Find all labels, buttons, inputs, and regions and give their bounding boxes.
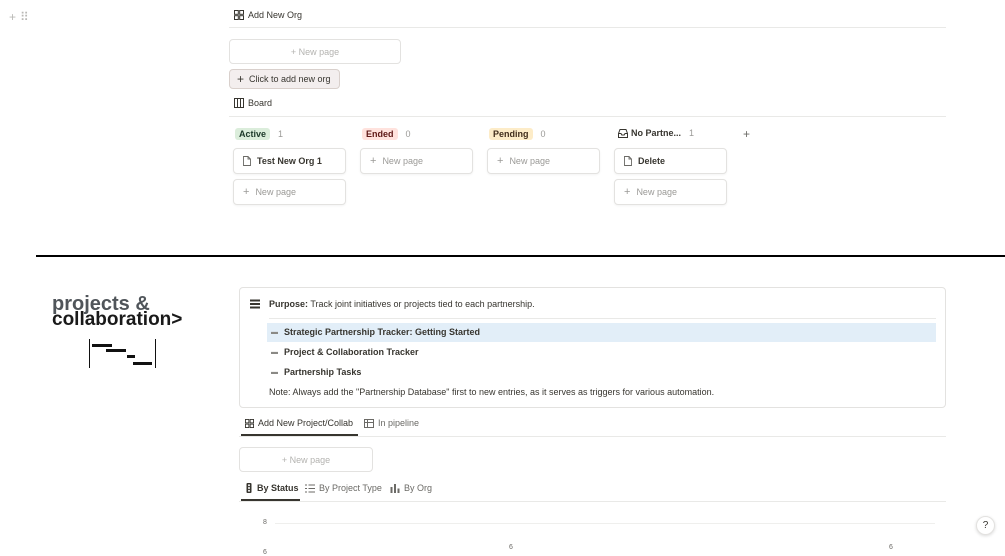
- new-page-label: + New page: [281, 454, 331, 465]
- tab-label: By Status: [257, 483, 299, 493]
- plus-icon: +: [624, 186, 631, 198]
- y-axis-tick: 6: [263, 549, 267, 556]
- board-card[interactable]: Delete: [614, 148, 727, 174]
- tab-in-pipeline[interactable]: In pipeline: [364, 418, 419, 428]
- column-count: 1: [689, 128, 695, 138]
- add-new-org-view-header[interactable]: Add New Org: [234, 10, 302, 20]
- bar-data-label: 6: [509, 544, 513, 551]
- projects-heading-line2: collaboration>: [52, 309, 183, 330]
- menu-icon: [250, 299, 260, 309]
- add-group-button[interactable]: +: [743, 127, 750, 141]
- new-page-label: New page: [382, 156, 423, 166]
- purpose-label: Purpose:: [269, 299, 309, 309]
- column-count: 1: [278, 129, 284, 139]
- column-count: 0: [540, 129, 546, 139]
- tab-label: In pipeline: [378, 418, 420, 428]
- page-icon: [624, 156, 632, 166]
- tab-by-org[interactable]: By Org: [390, 483, 432, 493]
- new-page-label: New page: [636, 187, 677, 197]
- new-page-label: New page: [255, 187, 296, 197]
- help-icon: ?: [982, 520, 989, 531]
- tab-by-project-type[interactable]: By Project Type: [305, 483, 382, 493]
- board-title: Board: [248, 98, 273, 108]
- project-new-page-button[interactable]: + New page: [239, 447, 373, 472]
- gallery-icon: [245, 418, 254, 428]
- tab-label: By Project Type: [319, 483, 382, 493]
- card-title: Delete: [638, 156, 666, 166]
- tab-label: By Org: [404, 483, 433, 493]
- plus-icon: +: [497, 155, 504, 167]
- purpose-text: Purpose: Track joint initiatives or proj…: [269, 299, 535, 309]
- column-header-active[interactable]: Active 1: [235, 128, 283, 140]
- y-axis-tick: 8: [263, 519, 267, 526]
- help-button[interactable]: ?: [976, 516, 995, 535]
- org-new-page-button[interactable]: + New page: [229, 39, 401, 64]
- status-badge-ended: Ended: [362, 128, 398, 140]
- column-count: 0: [405, 129, 411, 139]
- add-block-icon[interactable]: +: [9, 10, 20, 24]
- board-view-header[interactable]: Board: [234, 98, 272, 108]
- add-new-org-title: Add New Org: [248, 10, 303, 20]
- chart-gridline: [275, 523, 935, 524]
- card-title: Test New Org 1: [257, 156, 322, 166]
- link-label: Project & Collaboration Tracker: [284, 347, 419, 357]
- new-page-label: New page: [509, 156, 550, 166]
- list-icon: [305, 484, 315, 492]
- tab-label: Add New Project/Collab: [258, 418, 354, 428]
- page-icon: [243, 156, 251, 166]
- plus-icon: +: [237, 72, 245, 86]
- bar-data-label: 6: [889, 544, 893, 551]
- inbox-icon: [618, 128, 628, 138]
- callout-note: Note: Always add the "Partnership Databa…: [269, 387, 715, 397]
- link-partnership-tasks[interactable]: ▬ Partnership Tasks: [271, 367, 361, 377]
- link-arrow-icon: ▬: [271, 368, 278, 376]
- board-card[interactable]: Test New Org 1: [233, 148, 346, 174]
- link-arrow-icon: ▬: [271, 348, 278, 356]
- drag-handle-icon[interactable]: ⠿: [20, 10, 33, 24]
- column-header-pending[interactable]: Pending 0: [489, 128, 546, 140]
- column-name: No Partne...: [631, 128, 682, 138]
- tab-by-status[interactable]: By Status: [245, 483, 299, 493]
- block-drag-controls[interactable]: +⠿: [9, 10, 33, 24]
- status-badge-pending: Pending: [489, 128, 533, 140]
- tabs-divider: [239, 501, 946, 502]
- table-icon: [364, 418, 374, 428]
- tabs-divider: [239, 436, 946, 437]
- bar-chart-icon: [390, 483, 400, 493]
- column-header-ended[interactable]: Ended 0: [362, 128, 411, 140]
- traffic-light-icon: [246, 483, 252, 493]
- link-arrow-icon: ▬: [271, 328, 278, 336]
- column-new-page-button[interactable]: + New page: [233, 179, 346, 205]
- column-new-page-button[interactable]: + New page: [487, 148, 600, 174]
- status-badge-active: Active: [235, 128, 271, 140]
- link-label: Strategic Partnership Tracker: Getting S…: [284, 327, 481, 337]
- timeline-illustration-icon: [89, 339, 156, 368]
- column-header-no-partner[interactable]: No Partne... 1: [618, 128, 694, 138]
- purpose-description: Track joint initiatives or projects tied…: [310, 299, 535, 309]
- link-project-collaboration-tracker[interactable]: ▬ Project & Collaboration Tracker: [271, 347, 419, 357]
- click-to-add-new-org-button[interactable]: + Click to add new org: [229, 69, 340, 89]
- section-divider: [36, 255, 1005, 257]
- callout-divider: [269, 318, 936, 319]
- plus-icon: +: [370, 155, 377, 167]
- column-new-page-button[interactable]: + New page: [360, 148, 473, 174]
- new-page-label: + New page: [290, 46, 340, 57]
- column-new-page-button[interactable]: + New page: [614, 179, 727, 205]
- board-icon: [234, 98, 244, 108]
- plus-icon: +: [243, 186, 250, 198]
- link-getting-started[interactable]: ▬ Strategic Partnership Tracker: Getting…: [271, 327, 480, 337]
- link-label: Partnership Tasks: [284, 367, 362, 377]
- board-divider: [229, 116, 946, 117]
- tab-add-new-project[interactable]: Add New Project/Collab: [245, 418, 353, 428]
- gallery-icon: [234, 10, 244, 20]
- view-divider: [229, 27, 946, 28]
- click-to-add-new-org-label: Click to add new org: [249, 74, 331, 84]
